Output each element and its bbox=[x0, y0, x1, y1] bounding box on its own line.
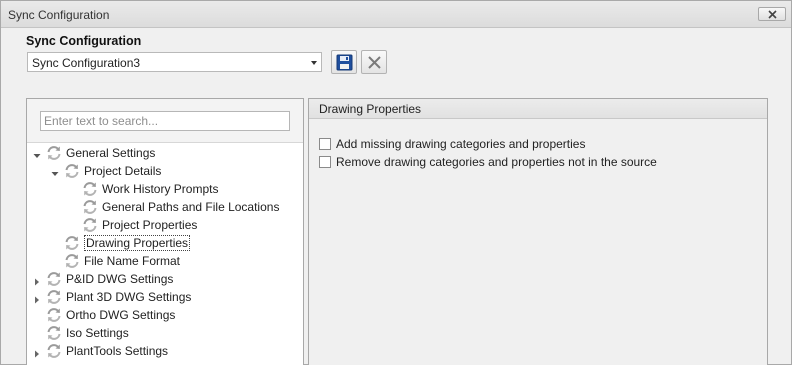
delete-configuration-button[interactable] bbox=[361, 50, 387, 74]
tree-node-label[interactable]: Work History Prompts bbox=[102, 182, 218, 196]
tree-node-label[interactable]: Plant 3D DWG Settings bbox=[66, 290, 191, 304]
expand-arrow-right-icon[interactable] bbox=[33, 347, 41, 358]
sync-icon bbox=[45, 144, 63, 162]
tree-node[interactable]: P&ID DWG Settings bbox=[27, 270, 303, 288]
sync-icon bbox=[63, 234, 81, 252]
tree-node-label[interactable]: Ortho DWG Settings bbox=[66, 308, 175, 322]
sync-icon bbox=[45, 342, 63, 360]
tree-node[interactable]: Project Properties bbox=[27, 216, 303, 234]
close-icon bbox=[768, 10, 777, 19]
panel-header: Drawing Properties bbox=[309, 99, 767, 119]
tree-node[interactable]: Work History Prompts bbox=[27, 180, 303, 198]
expand-arrow-right-icon[interactable] bbox=[33, 275, 41, 286]
panel-title: Drawing Properties bbox=[319, 102, 422, 116]
tree-node[interactable]: Ortho DWG Settings bbox=[27, 306, 303, 324]
tree-node-label[interactable]: P&ID DWG Settings bbox=[66, 272, 173, 286]
close-button[interactable] bbox=[758, 7, 786, 21]
tree-node-label[interactable]: PlantTools Settings bbox=[66, 344, 168, 358]
sync-icon bbox=[81, 216, 99, 234]
title-bar: Sync Configuration bbox=[1, 1, 791, 28]
settings-tree-panel: General Settings Project Details Work Hist… bbox=[26, 98, 304, 365]
tree-node[interactable]: General Paths and File Locations bbox=[27, 198, 303, 216]
expand-arrow-down-icon[interactable] bbox=[51, 167, 59, 176]
tree-node[interactable]: Drawing Properties bbox=[27, 234, 303, 252]
tree-node-label[interactable]: Drawing Properties bbox=[84, 235, 191, 251]
tree-node-label[interactable]: Project Details bbox=[84, 164, 161, 178]
tree-node-label[interactable]: General Settings bbox=[66, 146, 155, 160]
sync-configuration-window: Sync Configuration Sync Configuration Sy… bbox=[0, 0, 792, 365]
expand-arrow-down-icon[interactable] bbox=[33, 149, 41, 158]
configuration-select[interactable]: Sync Configuration3 bbox=[27, 52, 322, 72]
tree-node-label[interactable]: Iso Settings bbox=[66, 326, 129, 340]
sync-icon bbox=[63, 252, 81, 270]
checkbox-label[interactable]: Add missing drawing categories and prope… bbox=[336, 137, 585, 151]
drawing-properties-panel: Drawing Properties Add missing drawing c… bbox=[308, 98, 768, 365]
window-title: Sync Configuration bbox=[8, 8, 110, 22]
tree-node[interactable]: Project Details bbox=[27, 162, 303, 180]
tree-node[interactable]: General Settings bbox=[27, 144, 303, 162]
tree-node[interactable]: PlantTools Settings bbox=[27, 342, 303, 360]
sync-icon bbox=[45, 324, 63, 342]
sync-icon bbox=[81, 180, 99, 198]
sync-icon bbox=[45, 288, 63, 306]
sync-icon bbox=[63, 162, 81, 180]
tree-node-label[interactable]: General Paths and File Locations bbox=[102, 200, 279, 214]
tree-node[interactable]: Plant 3D DWG Settings bbox=[27, 288, 303, 306]
sync-icon bbox=[81, 198, 99, 216]
checkbox[interactable] bbox=[319, 156, 331, 168]
search-input[interactable] bbox=[40, 111, 290, 131]
sync-icon bbox=[45, 306, 63, 324]
floppy-disk-icon bbox=[336, 54, 353, 71]
sync-configuration-label: Sync Configuration bbox=[26, 34, 142, 48]
tree-node[interactable]: Iso Settings bbox=[27, 324, 303, 342]
expand-arrow-right-icon[interactable] bbox=[33, 293, 41, 304]
configuration-select-value: Sync Configuration3 bbox=[32, 56, 141, 70]
sync-icon bbox=[45, 270, 63, 288]
chevron-down-icon[interactable] bbox=[311, 61, 317, 65]
checkbox[interactable] bbox=[319, 138, 331, 150]
checkbox-label[interactable]: Remove drawing categories and properties… bbox=[336, 155, 657, 169]
tree-node-label[interactable]: Project Properties bbox=[102, 218, 197, 232]
tree-node[interactable]: File Name Format bbox=[27, 252, 303, 270]
tree-search-bar bbox=[27, 99, 303, 143]
tree-node-label[interactable]: File Name Format bbox=[84, 254, 180, 268]
save-configuration-button[interactable] bbox=[331, 50, 357, 74]
x-delete-icon bbox=[368, 56, 381, 69]
